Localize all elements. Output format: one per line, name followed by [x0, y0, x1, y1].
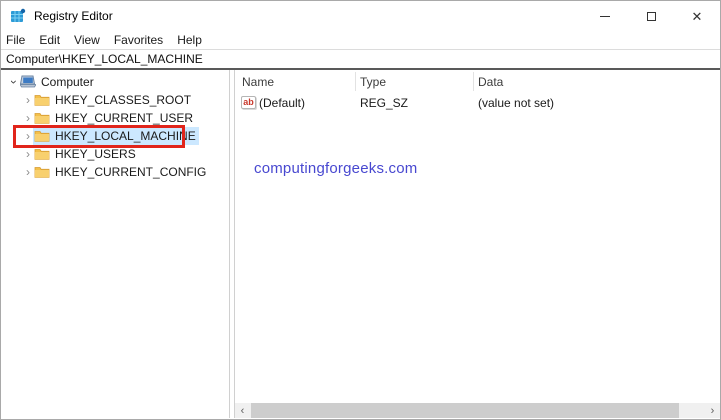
close-icon: ✕: [691, 8, 703, 24]
folder-icon: [34, 147, 50, 161]
value-row-default[interactable]: ab (Default) REG_SZ (value not set): [235, 94, 720, 113]
tree-label[interactable]: HKEY_CURRENT_USER: [55, 111, 193, 125]
minimize-icon: [600, 15, 610, 17]
folder-icon: [34, 129, 50, 143]
tree-item-hkey-current-user[interactable]: › HKEY_CURRENT_USER: [1, 109, 227, 127]
column-header-data[interactable]: Data: [478, 75, 503, 89]
value-list-pane: Name Type Data ab (Default) REG_SZ (valu…: [234, 70, 720, 418]
menu-help[interactable]: Help: [170, 33, 209, 47]
tree-item-hkey-local-machine[interactable]: › HKEY_LOCAL_MACHINE: [1, 127, 227, 145]
tree-label-computer[interactable]: Computer: [41, 75, 94, 89]
title-bar: Registry Editor ✕: [1, 1, 720, 31]
chevron-right-icon[interactable]: ›: [23, 112, 33, 124]
menu-edit[interactable]: Edit: [32, 33, 67, 47]
chevron-right-icon[interactable]: ›: [23, 94, 33, 106]
tree-label[interactable]: HKEY_USERS: [55, 147, 136, 161]
registry-editor-app-icon: [10, 8, 26, 24]
tree-item-hkey-current-config[interactable]: › HKEY_CURRENT_CONFIG: [1, 163, 227, 181]
window-title: Registry Editor: [34, 9, 113, 23]
scrollbar-thumb[interactable]: [251, 403, 679, 418]
tree-label[interactable]: HKEY_CURRENT_CONFIG: [55, 165, 206, 179]
column-separator[interactable]: [473, 72, 474, 91]
minimize-button[interactable]: [582, 1, 628, 31]
menu-file[interactable]: File: [1, 33, 32, 47]
tree-label[interactable]: HKEY_LOCAL_MACHINE: [55, 129, 196, 143]
menu-favorites[interactable]: Favorites: [107, 33, 170, 47]
folder-icon: [34, 93, 50, 107]
watermark-text: computingforgeeks.com: [254, 160, 418, 177]
string-value-icon: ab: [241, 96, 256, 109]
tree-item-computer[interactable]: › Computer: [1, 73, 227, 91]
menu-bar: File Edit View Favorites Help: [1, 31, 720, 49]
address-bar[interactable]: Computer\HKEY_LOCAL_MACHINE: [1, 49, 720, 70]
tree-label[interactable]: HKEY_CLASSES_ROOT: [55, 93, 191, 107]
value-name: (Default): [259, 96, 306, 110]
close-button[interactable]: ✕: [674, 1, 720, 31]
tree-item-hkey-classes-root[interactable]: › HKEY_CLASSES_ROOT: [1, 91, 227, 109]
folder-icon: [34, 165, 50, 179]
address-path: Computer\HKEY_LOCAL_MACHINE: [6, 52, 203, 66]
column-header-type[interactable]: Type: [360, 75, 386, 89]
column-separator[interactable]: [355, 72, 356, 91]
computer-icon: [20, 75, 36, 89]
chevron-right-icon[interactable]: ›: [23, 130, 33, 142]
selected-tree-item[interactable]: HKEY_LOCAL_MACHINE: [33, 127, 199, 145]
chevron-right-icon[interactable]: ›: [23, 166, 33, 178]
maximize-button[interactable]: [628, 1, 674, 31]
chevron-down-icon[interactable]: ›: [7, 77, 21, 87]
menu-view[interactable]: View: [67, 33, 107, 47]
column-header-name[interactable]: Name: [242, 75, 274, 89]
folder-icon: [34, 111, 50, 125]
scroll-left-button[interactable]: ‹: [235, 403, 250, 418]
maximize-icon: [646, 11, 656, 21]
horizontal-scrollbar[interactable]: ‹ ›: [235, 403, 720, 418]
scroll-right-button[interactable]: ›: [705, 403, 720, 418]
chevron-right-icon[interactable]: ›: [23, 148, 33, 160]
value-data: (value not set): [478, 96, 555, 110]
value-type: REG_SZ: [360, 96, 409, 110]
list-header: Name Type Data: [235, 70, 720, 93]
tree-pane: › Computer › HKEY_CLASSES_ROOT › HKEY_CU…: [1, 70, 230, 418]
registry-editor-window: Registry Editor ✕ File Edit View Favorit…: [0, 0, 721, 420]
window-controls: ✕: [582, 1, 720, 31]
tree-item-hkey-users[interactable]: › HKEY_USERS: [1, 145, 227, 163]
